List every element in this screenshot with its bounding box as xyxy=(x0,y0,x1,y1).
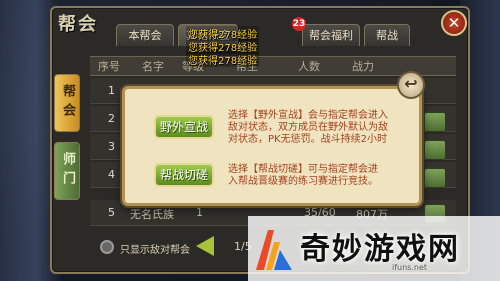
header-members: 人数 xyxy=(298,60,320,73)
tab-guild-welfare[interactable]: 帮会福利 xyxy=(302,24,360,46)
row-guild-level: 1 xyxy=(196,206,203,219)
header-name: 名字 xyxy=(142,60,164,73)
prev-page-arrow-icon[interactable] xyxy=(196,236,214,256)
row-guild-name: 无名氏族 xyxy=(130,208,174,221)
watermark-text: 奇妙游戏网 xyxy=(300,232,460,267)
field-war-description: 选择【野外宣战】会与指定帮会进入 敌对状态，双方成员在野外默认为敌 对状态，PK… xyxy=(228,110,388,146)
row-number: 5 xyxy=(108,206,115,219)
field-war-desc-line: 敌对状态，双方成员在野外默认为敌 xyxy=(228,122,388,133)
field-war-button[interactable]: 野外宣战 xyxy=(154,115,214,139)
field-war-desc-line: 对状态，PK无惩罚。战斗持续2小时 xyxy=(228,134,387,145)
enemy-filter-label: 只显示敌对帮会 xyxy=(120,245,190,256)
row-number: 1 xyxy=(108,84,115,97)
header-power: 战力 xyxy=(352,60,374,73)
war-spar-desc-line: 选择【帮战切磋】可与指定帮会进 xyxy=(228,164,378,175)
notification-badge: 23 xyxy=(292,17,306,31)
xp-notification: 您获得278经验 xyxy=(186,52,260,67)
war-spar-desc-line: 入帮战晋级赛的练习赛进行竞技。 xyxy=(228,176,378,187)
tab-guild-war[interactable]: 帮战 xyxy=(364,24,410,46)
field-war-desc-line: 选择【野外宣战】会与指定帮会进入 xyxy=(228,110,388,121)
tab-own-guild[interactable]: 本帮会 xyxy=(116,24,174,46)
row-number: 3 xyxy=(108,140,115,153)
panel-title: 帮会 xyxy=(58,14,98,35)
close-button[interactable]: ✕ xyxy=(441,10,467,36)
war-spar-description: 选择【帮战切磋】可与指定帮会进 入帮战晋级赛的练习赛进行竞技。 xyxy=(228,164,378,188)
row-number: 4 xyxy=(108,168,115,181)
war-spar-button[interactable]: 帮战切磋 xyxy=(154,163,214,187)
side-tab-mentor[interactable]: 师门 xyxy=(54,142,80,200)
enemy-filter-checkbox[interactable] xyxy=(100,240,114,254)
return-arrow-icon: ↩ xyxy=(404,74,418,93)
watermark-logo-icon xyxy=(256,230,292,270)
row-number: 2 xyxy=(108,112,115,125)
dialog-back-button[interactable]: ↩ xyxy=(397,71,425,99)
row-action-button[interactable] xyxy=(424,112,446,132)
side-tab-guild[interactable]: 帮会 xyxy=(54,74,80,132)
row-action-button[interactable] xyxy=(424,140,446,160)
close-x-icon: ✕ xyxy=(447,14,461,32)
row-action-button[interactable] xyxy=(424,168,446,188)
war-declare-dialog xyxy=(122,86,422,206)
watermark-url: ifuns.net xyxy=(392,263,428,272)
header-index: 序号 xyxy=(98,60,120,73)
